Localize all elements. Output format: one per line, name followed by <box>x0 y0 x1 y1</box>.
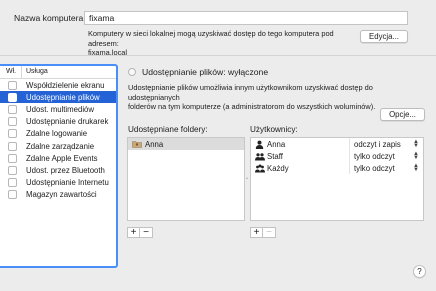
permission-value: odczyt i zapis <box>354 139 401 149</box>
service-checkbox[interactable] <box>8 165 17 175</box>
service-row-selected[interactable]: Udostępnianie plików <box>0 91 116 104</box>
service-label: Udostępnianie drukarek <box>26 117 109 127</box>
computer-name-label: Nazwa komputera: <box>14 13 86 23</box>
service-row[interactable]: Udostępnianie drukarek <box>0 116 116 128</box>
home-folder-icon <box>132 140 142 148</box>
add-user-button[interactable]: + <box>250 227 263 238</box>
split-handle[interactable]: • <box>245 176 249 182</box>
service-row[interactable]: Zdalne zarządzanie <box>0 140 116 152</box>
shared-folders-list[interactable]: Anna <box>127 137 245 221</box>
edit-button[interactable]: Edycja... <box>360 30 408 43</box>
description-line: Udostępnianie plików umożliwia innym uży… <box>128 83 373 102</box>
service-checkbox[interactable] <box>8 104 17 114</box>
permission-select[interactable]: tylko odczyt ▲ ▼ <box>349 150 423 162</box>
permission-value: tylko odczyt <box>354 151 395 161</box>
users-label: Użytkownicy: <box>250 125 298 134</box>
service-label: Magazyn zawartości <box>26 190 97 200</box>
user-row[interactable]: Anna odczyt i zapis ▲ ▼ <box>251 138 423 150</box>
service-list-header: Wł. Usługa <box>0 66 116 79</box>
service-label: Udost. przez Bluetooth <box>26 165 105 175</box>
user-name: Każdy <box>267 163 289 173</box>
service-checkbox[interactable] <box>8 178 17 188</box>
options-button[interactable]: Opcje... <box>380 108 425 121</box>
service-label: Udost. multimediów <box>26 104 95 114</box>
address-info-text: Komputery w sieci lokalnej mogą uzyskiwa… <box>88 29 334 48</box>
service-label: Udostępnianie Internetu <box>26 178 109 188</box>
status-indicator-icon <box>128 68 136 76</box>
user-name: Staff <box>267 151 283 161</box>
help-button[interactable]: ? <box>413 265 426 278</box>
service-row[interactable]: Udost. przez Bluetooth <box>0 164 116 176</box>
user-add-remove-controls: + − <box>250 227 276 238</box>
service-label: Zdalne Apple Events <box>26 153 98 163</box>
permission-select[interactable]: odczyt i zapis ▲ ▼ <box>349 138 423 150</box>
service-checkbox[interactable] <box>8 153 17 163</box>
add-folder-button[interactable]: + <box>127 227 140 238</box>
permission-select[interactable]: tylko odczyt ▲ ▼ <box>349 162 423 174</box>
single-user-icon <box>255 140 264 149</box>
column-header-on[interactable]: Wł. <box>0 66 22 78</box>
computer-name-input[interactable]: fixama <box>84 11 408 25</box>
everyone-icon <box>255 164 265 173</box>
permission-value: tylko odczyt <box>354 163 395 173</box>
service-label: Zdalne zarządzanie <box>26 141 95 151</box>
service-row[interactable]: Udost. multimediów <box>0 103 116 115</box>
folder-add-remove-controls: + − <box>127 227 153 238</box>
service-label: Zdalne logowanie <box>26 129 88 139</box>
service-list[interactable]: Wł. Usługa Współdzielenie ekranu Udostęp… <box>0 64 118 268</box>
updown-arrows-icon: ▲ ▼ <box>413 151 419 161</box>
updown-arrows-icon: ▲ ▼ <box>413 139 419 149</box>
service-checkbox[interactable] <box>8 117 17 127</box>
sharing-status: Udostępnianie plików: wyłączone <box>142 67 269 77</box>
service-checkbox[interactable] <box>8 141 17 151</box>
shared-folders-label: Udostępniane foldery: <box>128 125 208 134</box>
remove-user-button[interactable]: − <box>263 227 276 238</box>
service-row[interactable]: Magazyn zawartości <box>0 189 116 201</box>
service-row[interactable]: Udostępnianie Internetu <box>0 177 116 189</box>
service-row[interactable]: Zdalne Apple Events <box>0 152 116 164</box>
group-icon <box>255 152 265 161</box>
sharing-description: Udostępnianie plików umożliwia innym uży… <box>128 83 424 112</box>
remove-folder-button[interactable]: − <box>140 227 153 238</box>
service-label: Współdzielenie ekranu <box>26 80 105 90</box>
service-checkbox[interactable] <box>8 92 17 102</box>
user-row[interactable]: Staff tylko odczyt ▲ ▼ <box>251 150 423 162</box>
service-checkbox[interactable] <box>8 80 17 90</box>
folder-name: Anna <box>145 139 164 149</box>
computer-address-info: Komputery w sieci lokalnej mogą uzyskiwa… <box>88 29 358 58</box>
user-row[interactable]: Każdy tylko odczyt ▲ ▼ <box>251 162 423 174</box>
divider <box>0 55 436 56</box>
folder-row[interactable]: Anna <box>128 138 244 150</box>
address-local-hostname: fixama.local <box>88 48 128 57</box>
service-row[interactable]: Współdzielenie ekranu <box>0 79 116 91</box>
column-header-service[interactable]: Usługa <box>22 66 48 78</box>
service-checkbox[interactable] <box>8 129 17 139</box>
users-list[interactable]: Anna odczyt i zapis ▲ ▼ Staff tylko odczy… <box>250 137 424 221</box>
user-name: Anna <box>267 139 286 149</box>
service-row[interactable]: Zdalne logowanie <box>0 128 116 140</box>
service-label: Udostępnianie plików <box>26 92 100 102</box>
updown-arrows-icon: ▲ ▼ <box>413 163 419 173</box>
service-checkbox[interactable] <box>8 190 17 200</box>
